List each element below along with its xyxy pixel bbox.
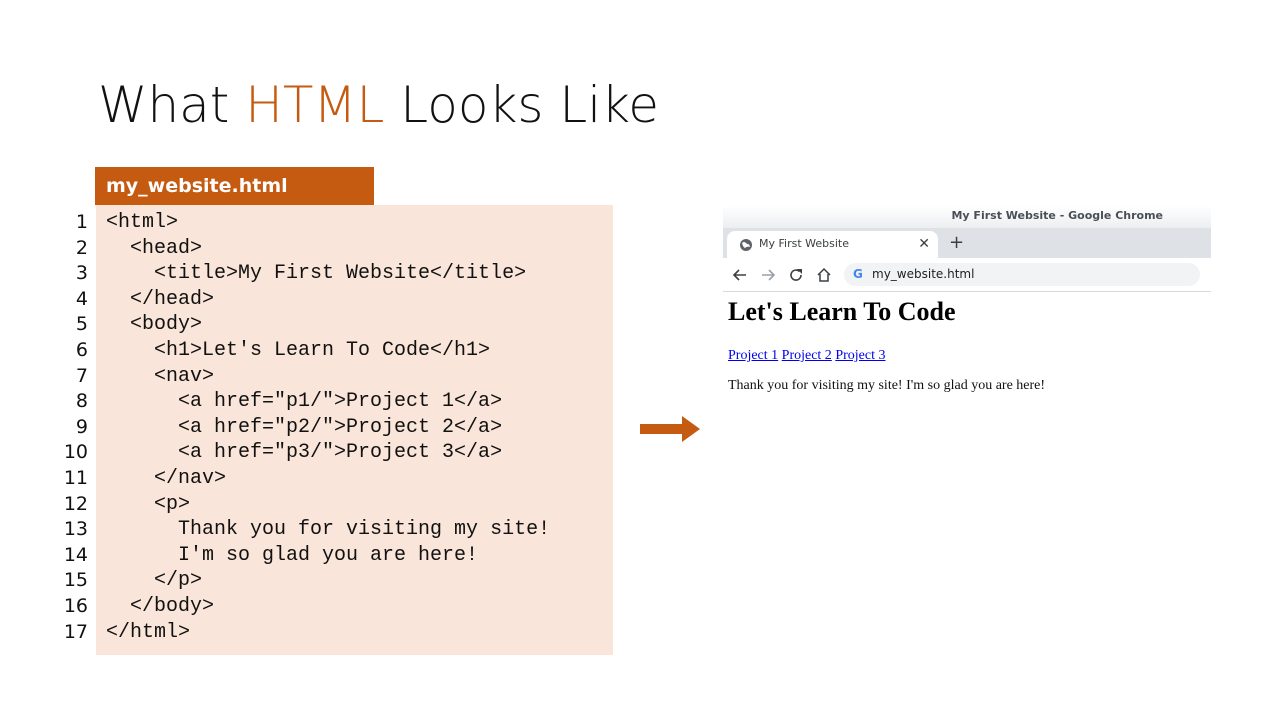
line-number: 14	[63, 543, 88, 566]
code-line: <a href="p1/">Project 1</a>	[106, 390, 503, 414]
title-prefix: What	[98, 76, 246, 134]
code-line: </body>	[106, 594, 215, 618]
back-arrow-icon[interactable]	[732, 267, 748, 283]
line-number: 3	[75, 262, 88, 285]
code-line: </p>	[106, 569, 203, 593]
close-tab-icon[interactable]: ✕	[918, 235, 930, 253]
filename-tab: my_website.html	[95, 167, 374, 205]
line-number: 12	[63, 492, 88, 515]
line-number: 10	[63, 441, 88, 464]
line-number: 2	[75, 236, 88, 259]
project-3-link[interactable]: Project 3	[835, 348, 885, 363]
code-block: <html> <head> <title>My First Website</t…	[106, 210, 550, 645]
project-1-link[interactable]: Project 1	[728, 348, 778, 363]
code-line: <h1>Let's Learn To Code</h1>	[106, 338, 491, 362]
line-numbers: 1 2 3 4 5 6 7 8 9 10 11 12 13 14 15 16 17	[56, 210, 88, 645]
title-suffix: Looks Like	[384, 76, 660, 134]
line-number: 13	[63, 518, 88, 541]
line-number: 5	[75, 313, 88, 336]
line-number: 1	[75, 211, 88, 233]
project-2-link[interactable]: Project 2	[782, 348, 832, 363]
browser-window: My First Website - Google Chrome My Firs…	[723, 206, 1211, 456]
tab-strip: My First Website ✕ +	[723, 228, 1211, 258]
address-bar[interactable]: G my_website.html	[844, 263, 1200, 286]
line-number: 4	[75, 287, 88, 310]
page-nav: Project 1 Project 2 Project 3	[728, 348, 885, 364]
new-tab-button[interactable]: +	[949, 233, 964, 253]
code-line: </nav>	[106, 466, 227, 490]
globe-icon	[740, 239, 752, 251]
line-number: 11	[63, 466, 88, 489]
code-line: <p>	[106, 492, 191, 516]
line-number: 16	[63, 594, 88, 617]
browser-tab[interactable]: My First Website ✕	[727, 231, 938, 258]
slide-title: What HTML Looks Like	[98, 72, 659, 138]
right-arrow-icon	[640, 416, 700, 442]
reload-icon[interactable]	[788, 267, 804, 283]
code-line: <nav>	[106, 364, 215, 388]
line-number: 17	[63, 620, 88, 643]
forward-arrow-icon[interactable]	[760, 267, 776, 283]
line-number: 8	[75, 390, 88, 413]
tab-title: My First Website	[759, 237, 849, 250]
code-line: I'm so glad you are here!	[106, 543, 479, 567]
line-number: 6	[75, 338, 88, 361]
google-icon: G	[853, 267, 863, 281]
code-line: <a href="p2/">Project 2</a>	[106, 415, 503, 439]
line-number: 15	[63, 569, 88, 592]
home-icon[interactable]	[816, 267, 832, 283]
window-title: My First Website - Google Chrome	[723, 206, 1211, 228]
code-line: <title>My First Website</title>	[106, 262, 527, 286]
url-text[interactable]: my_website.html	[872, 267, 974, 282]
page-heading: Let's Learn To Code	[728, 297, 956, 326]
code-line: <head>	[106, 236, 203, 260]
code-line: </html>	[106, 620, 191, 644]
title-accent: HTML	[245, 76, 385, 134]
browser-toolbar: G my_website.html	[723, 258, 1211, 292]
page-paragraph: Thank you for visiting my site! I'm so g…	[728, 378, 1046, 393]
code-line: <a href="p3/">Project 3</a>	[106, 441, 503, 465]
code-line: <body>	[106, 313, 203, 337]
line-number: 9	[75, 415, 88, 438]
code-line: </head>	[106, 287, 215, 311]
line-number: 7	[75, 364, 88, 387]
code-line: <html>	[106, 211, 179, 234]
code-line: Thank you for visiting my site!	[106, 518, 551, 542]
